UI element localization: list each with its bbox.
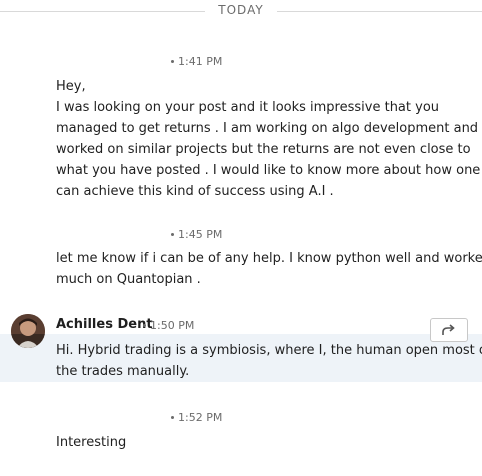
message-line: the trades manually. (56, 364, 190, 379)
message-body: Hi. Hybrid trading is a symbiosis, where… (56, 340, 482, 382)
bullet-dot (143, 323, 146, 327)
message-line: let me know if i can be of any help. I k… (56, 251, 482, 266)
bullet-dot (171, 232, 174, 236)
message-body: let me know if i can be of any help. I k… (56, 248, 482, 290)
message-line: Hey, (56, 79, 86, 94)
share-arrow-icon (442, 324, 455, 335)
date-divider-label: TODAY (218, 3, 264, 17)
message-line: much on Quantopian . (56, 272, 201, 287)
timestamp-text: 1:52 PM (178, 411, 223, 424)
avatar[interactable] (11, 314, 45, 348)
message-timestamp: 1:45 PM (171, 228, 222, 241)
message-line: Interesting (56, 435, 127, 450)
message-body: Interesting (56, 432, 476, 453)
message-timestamp: 1:52 PM (171, 411, 222, 424)
message-line: managed to get returns . I am working on… (56, 121, 479, 136)
message-timestamp: 1:41 PM (171, 55, 222, 68)
timestamp-text: 1:45 PM (178, 228, 223, 241)
bullet-dot (171, 59, 174, 63)
user-avatar-icon (11, 314, 45, 348)
message-line: what you have posted . I would like to k… (56, 163, 481, 178)
bullet-dot (171, 415, 174, 419)
divider-line-left (0, 11, 205, 12)
timestamp-text: 1:50 PM (150, 319, 195, 332)
message-body: Hey, I was looking on your post and it l… (56, 76, 481, 202)
message-line: Hi. Hybrid trading is a symbiosis, where… (56, 343, 482, 358)
share-button[interactable] (430, 318, 468, 342)
date-divider: TODAY (0, 0, 482, 24)
divider-line-right (277, 11, 482, 12)
message-timestamp: 1:50 PM (143, 319, 194, 332)
sender-name[interactable]: Achilles Dent (56, 317, 153, 332)
message-line: can achieve this kind of success using A… (56, 184, 334, 199)
message-line: worked on similar projects but the retur… (56, 142, 471, 157)
message-line: I was looking on your post and it looks … (56, 100, 440, 115)
timestamp-text: 1:41 PM (178, 55, 223, 68)
